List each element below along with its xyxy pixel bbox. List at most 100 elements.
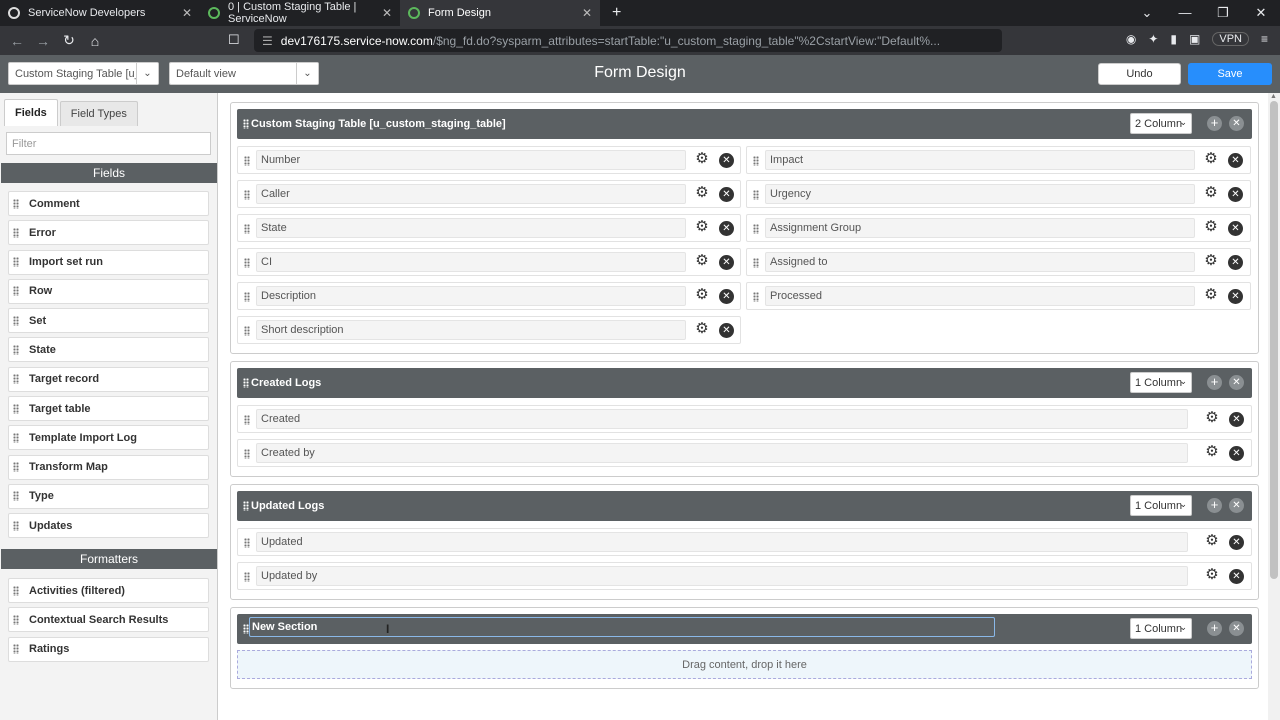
form-field[interactable]: State ⚙ ✕ xyxy=(237,214,741,242)
canvas-scrollbar[interactable]: ▲ xyxy=(1268,93,1280,720)
vpn-button[interactable]: VPN xyxy=(1212,32,1249,46)
drag-handle-icon[interactable] xyxy=(753,292,759,302)
add-section-icon[interactable]: + xyxy=(1207,116,1222,131)
drag-handle-icon[interactable] xyxy=(244,326,250,336)
drag-handle-icon[interactable] xyxy=(13,432,19,443)
drag-handle-icon[interactable] xyxy=(13,520,19,531)
gear-icon[interactable]: ⚙ xyxy=(1203,219,1219,235)
column-layout-select[interactable]: 2 Column ⌄ xyxy=(1130,113,1192,134)
add-section-icon[interactable]: + xyxy=(1207,375,1222,390)
gear-icon[interactable]: ⚙ xyxy=(694,185,710,201)
gear-icon[interactable]: ⚙ xyxy=(1203,253,1219,269)
palette-formatter-item[interactable]: Ratings xyxy=(8,636,209,662)
drag-handle-icon[interactable] xyxy=(244,190,250,200)
palette-field-item[interactable]: Transform Map xyxy=(8,454,209,480)
browser-tab-active[interactable]: Form Design ✕ xyxy=(400,0,600,26)
browser-tab[interactable]: ServiceNow Developers ✕ xyxy=(0,0,200,26)
drag-handle-icon[interactable] xyxy=(244,572,250,582)
tab-search-icon[interactable]: ⌄ xyxy=(1128,5,1166,21)
address-bar[interactable]: ☰ dev176175.service-now.com /$ng_fd.do?s… xyxy=(254,29,1002,52)
bookmark-icon[interactable]: ☐ xyxy=(228,32,240,48)
scroll-up-icon[interactable]: ▲ xyxy=(1270,93,1277,100)
close-icon[interactable]: ✕ xyxy=(582,6,592,20)
close-icon[interactable]: ✕ xyxy=(182,6,192,20)
palette-field-item[interactable]: Comment xyxy=(8,191,209,216)
delete-section-icon[interactable]: ✕ xyxy=(1229,375,1244,390)
delete-section-icon[interactable]: ✕ xyxy=(1229,116,1244,131)
form-field[interactable]: Impact ⚙ ✕ xyxy=(746,146,1251,174)
add-section-icon[interactable]: + xyxy=(1207,621,1222,636)
maximize-icon[interactable]: ❐ xyxy=(1204,5,1242,21)
drag-handle-icon[interactable] xyxy=(244,224,250,234)
gear-icon[interactable]: ⚙ xyxy=(1204,567,1220,583)
column-layout-select[interactable]: 1 Column ⌄ xyxy=(1130,618,1192,639)
minimize-icon[interactable]: — xyxy=(1166,5,1204,21)
palette-field-item[interactable]: Target table xyxy=(8,396,209,422)
browser-tab[interactable]: 0 | Custom Staging Table | ServiceNow ✕ xyxy=(200,0,400,26)
drag-handle-icon[interactable] xyxy=(244,258,250,268)
remove-field-icon[interactable]: ✕ xyxy=(1229,412,1244,427)
form-field[interactable]: Created by ⚙ ✕ xyxy=(237,439,1252,467)
drag-handle-icon[interactable] xyxy=(13,644,19,655)
scrollbar-thumb[interactable] xyxy=(1270,101,1278,579)
undo-button[interactable]: Undo xyxy=(1098,63,1181,85)
drag-handle-icon[interactable] xyxy=(244,449,250,459)
save-button[interactable]: Save xyxy=(1188,63,1272,85)
drag-handle-icon[interactable] xyxy=(244,538,250,548)
drag-handle-icon[interactable] xyxy=(753,224,759,234)
tab-field-types[interactable]: Field Types xyxy=(59,101,138,126)
drag-handle-icon[interactable] xyxy=(244,415,250,425)
palette-formatter-item[interactable]: Contextual Search Results xyxy=(8,607,209,633)
palette-field-item[interactable]: Row xyxy=(8,278,209,304)
delete-section-icon[interactable]: ✕ xyxy=(1229,498,1244,513)
palette-field-item[interactable]: Set xyxy=(8,308,209,334)
remove-field-icon[interactable]: ✕ xyxy=(1229,535,1244,550)
form-field[interactable]: Assigned to ⚙ ✕ xyxy=(746,248,1251,276)
form-field[interactable]: Updated by ⚙ ✕ xyxy=(237,562,1252,590)
remove-field-icon[interactable]: ✕ xyxy=(719,221,734,236)
drag-handle-icon[interactable] xyxy=(13,491,19,502)
drag-handle-icon[interactable] xyxy=(13,315,19,326)
drag-handle-icon[interactable] xyxy=(244,156,250,166)
drag-handle-icon[interactable] xyxy=(13,198,19,209)
section-title[interactable]: Updated Logs xyxy=(251,500,324,512)
gear-icon[interactable]: ⚙ xyxy=(694,287,710,303)
menu-icon[interactable]: ≡ xyxy=(1261,32,1268,46)
new-tab-icon[interactable]: + xyxy=(612,4,621,22)
drag-handle-icon[interactable] xyxy=(13,374,19,385)
remove-field-icon[interactable]: ✕ xyxy=(1229,446,1244,461)
form-field[interactable]: Number ⚙ ✕ xyxy=(237,146,741,174)
drag-handle-icon[interactable] xyxy=(243,501,249,511)
section-title-input[interactable]: New Section I xyxy=(249,617,995,637)
delete-section-icon[interactable]: ✕ xyxy=(1229,621,1244,636)
drag-handle-icon[interactable] xyxy=(753,156,759,166)
drag-handle-icon[interactable] xyxy=(753,190,759,200)
palette-field-item[interactable]: Target record xyxy=(8,366,209,392)
remove-field-icon[interactable]: ✕ xyxy=(719,255,734,270)
drag-handle-icon[interactable] xyxy=(243,378,249,388)
form-field[interactable]: Created ⚙ ✕ xyxy=(237,405,1252,433)
gear-icon[interactable]: ⚙ xyxy=(694,151,710,167)
drag-handle-icon[interactable] xyxy=(13,286,19,297)
reload-icon[interactable]: ↻ xyxy=(56,32,82,49)
drag-handle-icon[interactable] xyxy=(13,257,19,268)
remove-field-icon[interactable]: ✕ xyxy=(719,323,734,338)
gear-icon[interactable]: ⚙ xyxy=(1203,151,1219,167)
palette-field-item[interactable]: Template Import Log xyxy=(8,425,209,451)
remove-field-icon[interactable]: ✕ xyxy=(1229,569,1244,584)
window-close-icon[interactable]: ✕ xyxy=(1242,5,1280,21)
gear-icon[interactable]: ⚙ xyxy=(694,219,710,235)
remove-field-icon[interactable]: ✕ xyxy=(1228,153,1243,168)
gear-icon[interactable]: ⚙ xyxy=(694,253,710,269)
palette-field-item[interactable]: Import set run xyxy=(8,249,209,275)
drag-handle-icon[interactable] xyxy=(13,585,19,596)
form-field[interactable]: Urgency ⚙ ✕ xyxy=(746,180,1251,208)
palette-field-item[interactable]: Updates xyxy=(8,513,209,539)
gear-icon[interactable]: ⚙ xyxy=(1203,287,1219,303)
filter-input[interactable]: Filter xyxy=(6,132,211,155)
remove-field-icon[interactable]: ✕ xyxy=(1228,187,1243,202)
form-field[interactable]: CI ⚙ ✕ xyxy=(237,248,741,276)
remove-field-icon[interactable]: ✕ xyxy=(1228,255,1243,270)
remove-field-icon[interactable]: ✕ xyxy=(1228,289,1243,304)
palette-formatter-item[interactable]: Activities (filtered) xyxy=(8,578,209,603)
